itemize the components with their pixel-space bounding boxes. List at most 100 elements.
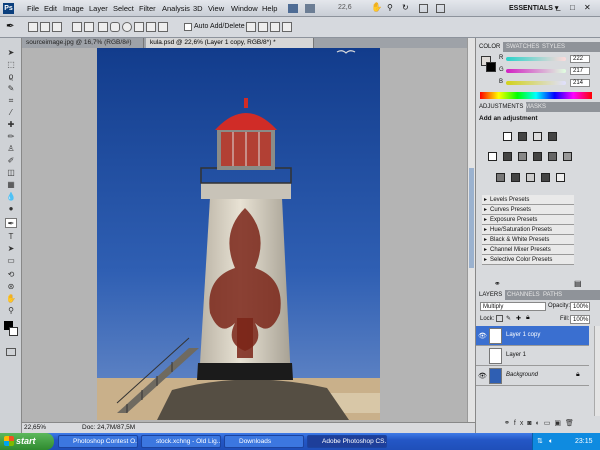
layer-row[interactable]: 👁︎ Layer 1: [476, 346, 589, 366]
black-white-icon[interactable]: [533, 152, 542, 161]
zoom-tool-icon[interactable]: ⚲: [5, 306, 17, 316]
preset-selective-color[interactable]: Selective Color Presets: [482, 255, 574, 265]
channel-r-value[interactable]: 222: [570, 55, 590, 63]
paths-icon[interactable]: [40, 22, 50, 32]
background-color-swatch[interactable]: [486, 62, 496, 72]
curves-icon[interactable]: [533, 132, 542, 141]
menu-select[interactable]: Select: [113, 4, 134, 13]
3d-rotate-tool-icon[interactable]: ⟲: [5, 270, 17, 280]
lock-position-icon[interactable]: ✚: [516, 315, 521, 322]
new-adjustment-icon[interactable]: ◐: [536, 420, 544, 427]
gradient-map-icon[interactable]: [541, 173, 550, 182]
menu-edit[interactable]: Edit: [44, 4, 57, 13]
layer-name[interactable]: Layer 1 copy: [506, 332, 540, 338]
tab-sourceimage[interactable]: sourceimage.jpg @ 16,7% (RGB/8#): [22, 38, 144, 48]
tab-masks[interactable]: MASKS: [522, 102, 549, 112]
status-zoom[interactable]: 22,65%: [24, 424, 46, 431]
vibrance-icon[interactable]: [488, 152, 497, 161]
opacity-input[interactable]: 100%: [570, 302, 590, 311]
channel-b-value[interactable]: 214: [570, 79, 590, 87]
fill-input[interactable]: 100%: [570, 315, 590, 324]
quick-select-tool-icon[interactable]: ✎: [5, 84, 17, 94]
menu-3d[interactable]: 3D: [193, 4, 203, 13]
pen-icon[interactable]: [72, 22, 82, 32]
brightness-contrast-icon[interactable]: [503, 132, 512, 141]
hue-saturation-icon[interactable]: [503, 152, 512, 161]
ellipse-icon[interactable]: [122, 22, 132, 32]
close-icon[interactable]: ✕: [584, 3, 591, 12]
rotate-icon[interactable]: ↻: [402, 3, 409, 12]
canvas-vertical-scrollbar[interactable]: [467, 38, 475, 422]
selective-color-icon[interactable]: [556, 173, 565, 182]
canvas-area[interactable]: [22, 48, 467, 422]
minimize-icon[interactable]: _: [556, 2, 560, 11]
menu-help[interactable]: Help: [262, 4, 277, 13]
path-exclude-icon[interactable]: [282, 22, 292, 32]
rounded-rectangle-icon[interactable]: [110, 22, 120, 32]
workspace-switcher[interactable]: ESSENTIALS ▾: [509, 4, 558, 12]
history-brush-tool-icon[interactable]: ✐: [5, 156, 17, 166]
shape-layers-icon[interactable]: [28, 22, 38, 32]
auto-add-delete-checkbox[interactable]: [184, 23, 192, 31]
panel-link-icon[interactable]: ⚭: [494, 279, 501, 288]
visibility-eye-icon[interactable]: 👁︎: [478, 372, 487, 380]
taskbar-item-active[interactable]: Adobe Photoshop CS...: [307, 435, 387, 448]
eraser-tool-icon[interactable]: ◫: [5, 168, 17, 178]
tab-color[interactable]: COLOR: [476, 42, 504, 52]
new-layer-icon[interactable]: ▣: [554, 420, 565, 427]
healing-brush-tool-icon[interactable]: ✚: [5, 120, 17, 130]
hand-tool-icon[interactable]: ✋: [5, 294, 17, 304]
path-selection-tool-icon[interactable]: ➤: [5, 244, 17, 254]
lighthouse-image[interactable]: [97, 48, 380, 420]
taskbar-item[interactable]: Photoshop Contest O...: [58, 435, 138, 448]
rectangle-icon[interactable]: [98, 22, 108, 32]
pen-tool-icon[interactable]: ✒: [6, 21, 14, 32]
lock-pixels-icon[interactable]: ✎: [506, 315, 511, 322]
menu-window[interactable]: Window: [231, 4, 258, 13]
path-add-icon[interactable]: [246, 22, 256, 32]
marquee-tool-icon[interactable]: ⬚: [5, 60, 17, 70]
scrollbar-thumb[interactable]: [469, 168, 474, 268]
crop-tool-icon[interactable]: ⌗: [5, 96, 17, 106]
path-subtract-icon[interactable]: [258, 22, 268, 32]
preset-channel-mixer[interactable]: Channel Mixer Presets: [482, 245, 574, 255]
preset-exposure[interactable]: Exposure Presets: [482, 215, 574, 225]
custom-shape-icon[interactable]: [158, 22, 168, 32]
menu-file[interactable]: File: [27, 4, 39, 13]
tab-swatches[interactable]: SWATCHES: [503, 42, 542, 52]
channel-b-slider[interactable]: [506, 81, 566, 85]
tab-adjustments[interactable]: ADJUSTMENTS: [476, 102, 527, 112]
menu-layer[interactable]: Layer: [89, 4, 108, 13]
preset-levels[interactable]: Levels Presets: [482, 195, 574, 205]
tab-channels[interactable]: CHANNELS: [504, 290, 543, 300]
hand-icon[interactable]: ✋: [371, 2, 382, 13]
color-balance-icon[interactable]: [518, 152, 527, 161]
layer-row[interactable]: 👁︎ Background 🔒︎: [476, 366, 589, 386]
layer-name[interactable]: Background: [506, 372, 538, 378]
type-tool-icon[interactable]: T: [5, 232, 17, 242]
lock-all-icon[interactable]: 🔒︎: [526, 314, 530, 322]
color-ramp[interactable]: [480, 92, 592, 99]
arrange-icon[interactable]: [419, 4, 428, 13]
tray-network-icon[interactable]: ⇅: [537, 433, 543, 450]
visibility-eye-icon[interactable]: 👁︎: [478, 332, 487, 340]
polygon-icon[interactable]: [134, 22, 144, 32]
layers-scrollbar[interactable]: [594, 326, 600, 416]
preset-black-white[interactable]: Black & White Presets: [482, 235, 574, 245]
levels-icon[interactable]: [518, 132, 527, 141]
new-group-icon[interactable]: ▭: [544, 420, 555, 427]
menu-image[interactable]: Image: [63, 4, 84, 13]
threshold-icon[interactable]: [526, 173, 535, 182]
posterize-icon[interactable]: [511, 173, 520, 182]
blur-tool-icon[interactable]: 💧: [5, 192, 17, 202]
freeform-pen-icon[interactable]: [84, 22, 94, 32]
blend-mode-select[interactable]: Multiply: [480, 302, 546, 311]
delete-layer-icon[interactable]: 🗑︎: [565, 420, 578, 427]
channel-mixer-icon[interactable]: [563, 152, 572, 161]
quick-mask-icon[interactable]: [6, 348, 16, 356]
layer-row[interactable]: 👁︎ Layer 1 copy: [476, 326, 589, 346]
zoom-icon[interactable]: ⚲: [387, 3, 393, 12]
shape-tool-icon[interactable]: ▭: [5, 256, 17, 266]
panel-menu-icon[interactable]: ▤: [574, 279, 582, 288]
invert-icon[interactable]: [496, 173, 505, 182]
